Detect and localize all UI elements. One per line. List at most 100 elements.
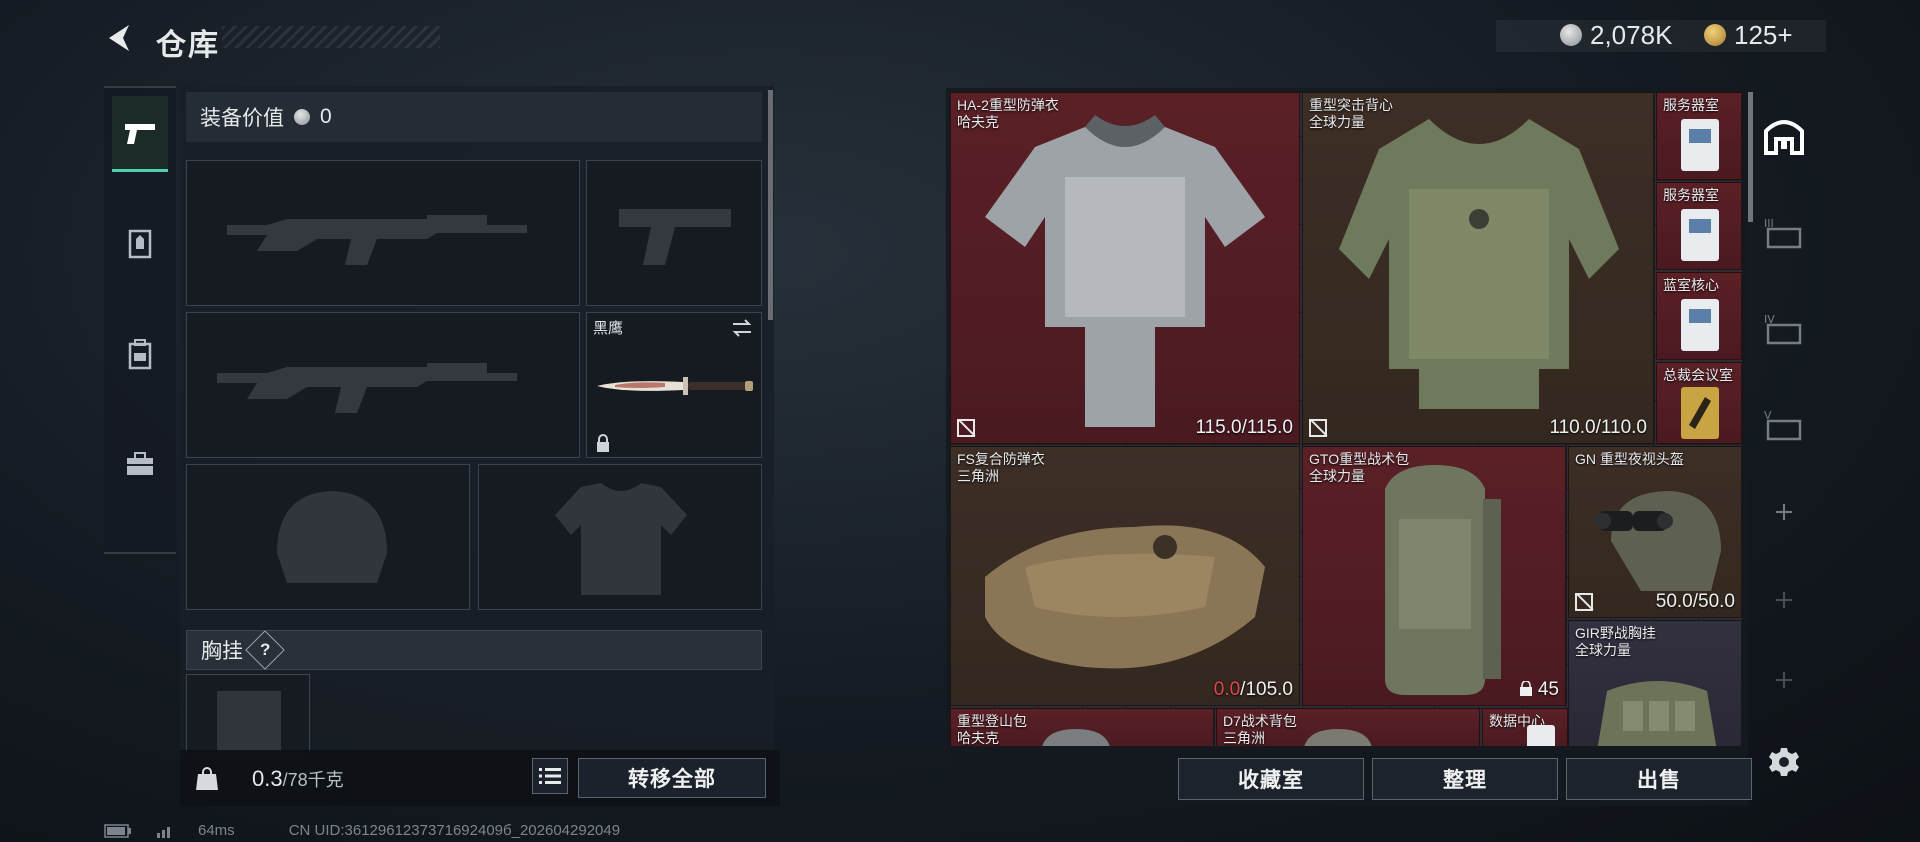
sort-button[interactable]: 整理 (1372, 758, 1558, 800)
storage-crate-icon: IV (1764, 313, 1802, 345)
ping-text: 64ms (198, 822, 235, 839)
item-name: 重型登山包 哈夫克 (957, 713, 1027, 746)
no-repair-icon (1309, 419, 1327, 437)
keycard-icon (1681, 209, 1719, 261)
item-name: 重型突击背心 全球力量 (1309, 97, 1393, 130)
body-armor-icon (985, 115, 1265, 427)
plus-icon (1776, 504, 1792, 520)
page-title: 仓库 (156, 29, 220, 62)
sidebar-item-toolbox[interactable] (112, 426, 168, 502)
secondary-weapon-slot[interactable] (186, 312, 580, 458)
equipment-value: 0 (320, 105, 332, 128)
no-repair-icon (957, 419, 975, 437)
primary-weapon-slot[interactable] (186, 160, 580, 306)
vault-button[interactable]: 收藏室 (1178, 758, 1364, 800)
add-storage-button[interactable] (1760, 570, 1808, 630)
sell-button[interactable]: 出售 (1566, 758, 1752, 800)
item-name: 服务器室 (1663, 187, 1719, 203)
carry-weight: 0.3/78千克 (252, 766, 344, 792)
storage-item-gto-pack[interactable]: GTO重型战术包 全球力量 45 (1302, 446, 1566, 706)
item-name: GIR野战胸挂 全球力量 (1575, 625, 1656, 658)
currency-coins[interactable]: 2,078K (1560, 18, 1672, 52)
add-storage-button[interactable] (1760, 482, 1808, 542)
list-view-button[interactable] (532, 758, 568, 794)
gear-icon (1769, 748, 1799, 776)
sidebar-item-weapons[interactable] (112, 96, 168, 172)
melee-name: 黑鹰 (593, 320, 624, 337)
back-arrow-icon (109, 25, 129, 51)
battery-icon (104, 823, 131, 838)
storage-sidebar: III IV V (1754, 92, 1814, 742)
storage-crate-icon: V (1764, 409, 1802, 441)
back-button[interactable] (100, 18, 140, 58)
coin-icon (294, 109, 310, 125)
rifle-silhouette-icon (217, 363, 517, 413)
knife-icon (597, 377, 753, 395)
storage-tab-main[interactable] (1760, 106, 1808, 166)
storage-item-keycard[interactable]: 服务器室 (1656, 92, 1742, 180)
pistol-icon (125, 123, 155, 144)
storage-tab-5[interactable]: V (1760, 394, 1808, 454)
warehouse-icon (1764, 120, 1804, 155)
transfer-all-button[interactable]: 转移全部 (578, 758, 766, 798)
keycard-icon (1527, 725, 1555, 746)
tactical-vest-icon (1339, 119, 1619, 409)
storage-item-keycard[interactable]: 蓝室核心 (1656, 272, 1742, 360)
currency-premium[interactable]: 125+ (1704, 18, 1793, 52)
add-storage-button[interactable] (1760, 650, 1808, 710)
sidebar-item-backpack[interactable] (112, 316, 168, 392)
item-name: GN 重型夜视头盔 (1575, 451, 1684, 467)
armor-silhouette-icon (555, 483, 687, 595)
storage-item-keycard[interactable]: 总裁会议室 (1656, 362, 1742, 444)
item-name: 蓝室核心 (1663, 277, 1719, 293)
help-button[interactable]: ? (245, 630, 285, 670)
pistol-silhouette-icon (619, 209, 731, 265)
lock-icon (597, 434, 609, 452)
backpack-icon (1385, 465, 1501, 695)
premium-amount: 125+ (1734, 19, 1793, 50)
storage-item-keycard[interactable]: 服务器室 (1656, 182, 1742, 270)
item-durability: 115.0/115.0 (1195, 417, 1293, 438)
storage-scrollbar[interactable] (1748, 92, 1753, 222)
item-capacity: 45 (1519, 679, 1559, 701)
no-repair-icon (1575, 593, 1593, 611)
helmet-silhouette-icon (277, 491, 387, 583)
body-armor-slot[interactable] (478, 464, 762, 610)
storage-item-heavy-vest[interactable]: 重型突击背心 全球力量 110.0/110.0 (1302, 92, 1654, 444)
item-name: 总裁会议室 (1663, 367, 1733, 383)
item-name: FS复合防弹衣 三角洲 (957, 451, 1045, 484)
backpack-icon (1042, 729, 1110, 746)
storage-item-fs-armor[interactable]: FS复合防弹衣 三角洲 0.0/105.0 (950, 446, 1300, 706)
swap-icon[interactable] (731, 319, 753, 337)
item-durability: 110.0/110.0 (1549, 417, 1647, 438)
storage-item-gir-rig[interactable]: GIR野战胸挂 全球力量 (1568, 620, 1742, 746)
storage-item-d7-pack[interactable]: D7战术背包 三角洲 (1216, 708, 1480, 746)
list-icon (539, 768, 561, 784)
helmet-slot[interactable] (186, 464, 470, 610)
storage-item-climbing-pack[interactable]: 重型登山包 哈夫克 (950, 708, 1214, 746)
weight-current: 0.3 (252, 766, 283, 791)
chest-rig-icon (1597, 681, 1717, 746)
sidebar-item-armor[interactable] (112, 206, 168, 282)
weight-lock-button[interactable] (192, 764, 222, 794)
storage-tab-3[interactable]: III (1760, 202, 1808, 262)
settings-button[interactable] (1764, 742, 1804, 782)
sidearm-slot[interactable] (586, 160, 762, 306)
item-durability: 0.0/105.0 (1213, 679, 1293, 700)
loadout-scrollbar[interactable] (768, 90, 773, 320)
storage-item-nv-helmet[interactable]: GN 重型夜视头盔 50.0/50.0 (1568, 446, 1742, 618)
storage-tab-4[interactable]: IV (1760, 298, 1808, 358)
plus-icon (1776, 592, 1792, 608)
melee-slot[interactable]: 黑鹰 (586, 312, 762, 458)
storage-item-ha2-armor[interactable]: HA-2重型防弹衣 哈夫克 115.0/115.0 (950, 92, 1300, 444)
coin-icon (1560, 24, 1582, 46)
loadout-sidebar (104, 86, 176, 554)
storage-item-keycard[interactable]: 数据中心 (1482, 708, 1568, 746)
title-decoration (222, 26, 440, 48)
item-name: GTO重型战术包 全球力量 (1309, 451, 1410, 484)
premium-coin-icon (1704, 24, 1726, 46)
backpack-icon (128, 339, 152, 370)
rig-silhouette-icon (217, 691, 281, 751)
chest-rig-slot[interactable] (186, 674, 310, 754)
toolbox-icon (127, 452, 153, 475)
